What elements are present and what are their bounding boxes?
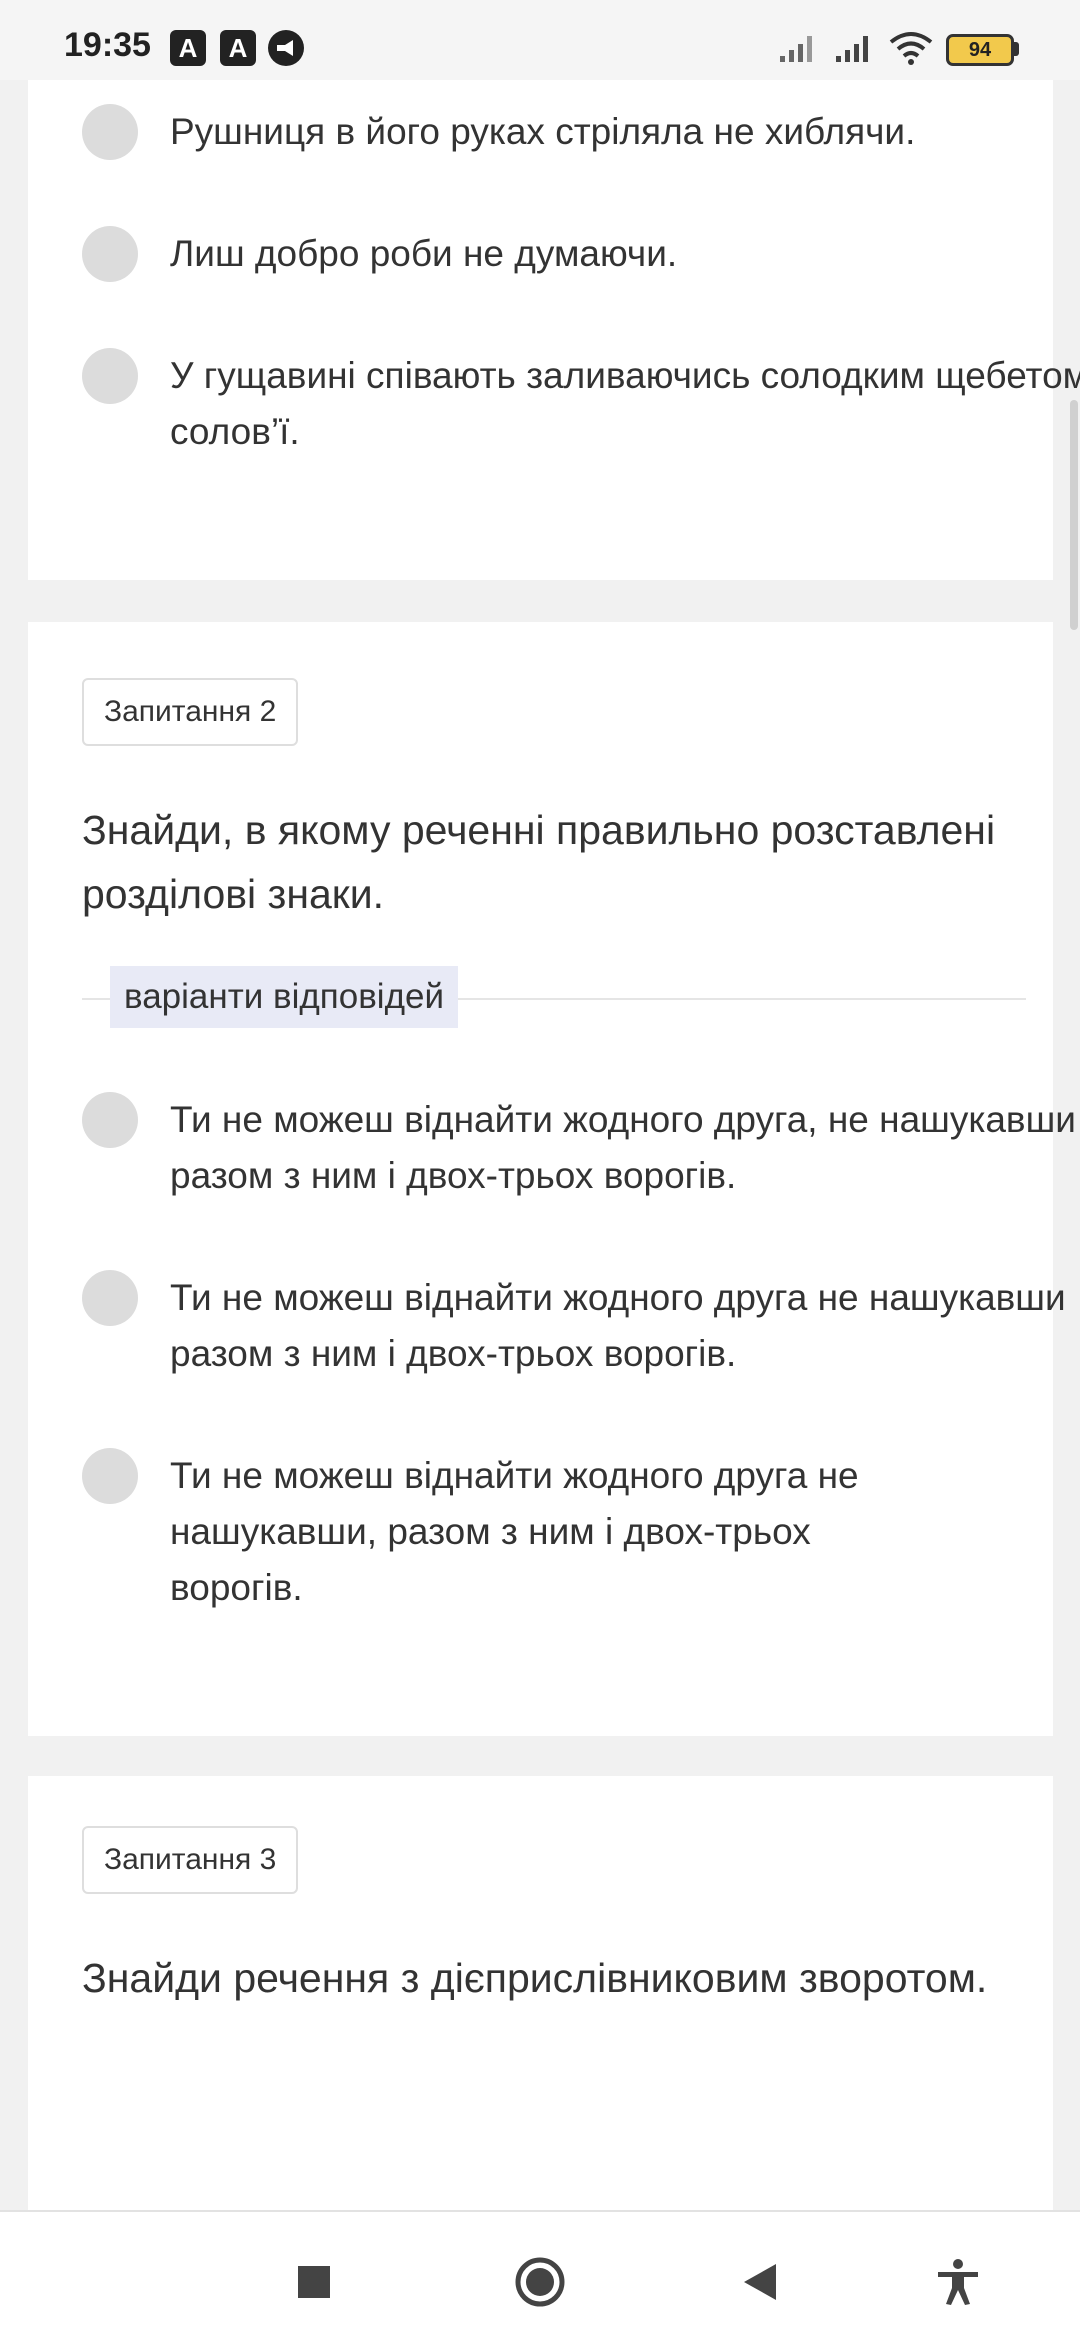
home-circle-icon[interactable] <box>514 2256 566 2308</box>
wifi-icon <box>889 32 933 65</box>
radio-button[interactable] <box>82 1270 138 1326</box>
question-card-1: Рушниця в його руках стріляла не хиблячи… <box>28 80 1080 580</box>
radio-button[interactable] <box>82 348 138 404</box>
radio-button[interactable] <box>82 1092 138 1148</box>
answers-label: варіанти відповідей <box>110 966 459 1028</box>
question-number-badge: Запитання 2 <box>82 678 299 746</box>
question-text: Знайди, в якому реченні правильно розста… <box>82 807 996 917</box>
scrollbar[interactable] <box>1070 400 1078 630</box>
answer-option-text: Ти не можеш віднайти жодного друга, не н… <box>170 1099 1076 1196</box>
a-app-icon: A <box>220 30 256 66</box>
answer-option-text: Ти не можеш віднайти жодного друга не на… <box>170 1277 1066 1374</box>
accessibility-icon[interactable] <box>936 2258 980 2306</box>
answer-option-text: Рушниця в його руках стріляла не хиблячи… <box>170 111 916 152</box>
question-text: Знайди речення з дієприслівниковим зворо… <box>82 1955 988 2001</box>
status-bar: 19:35 A A 94 <box>0 0 1080 80</box>
signal-icon <box>836 36 868 62</box>
question-card-2: Запитання 2 Знайди, в якому реченні прав… <box>28 622 1076 1736</box>
answer-option-text: Лиш добро роби не думаючи. <box>170 233 678 274</box>
signal-icon <box>780 36 812 62</box>
radio-button[interactable] <box>82 226 138 282</box>
answer-option-text: Ти не можеш віднайти жодного друга не на… <box>170 1455 859 1608</box>
answer-option-text: У гущавині співають заливаючись солодким… <box>170 355 1080 452</box>
question-number-badge: Запитання 3 <box>82 1826 299 1894</box>
question-card-3: Запитання 3 Знайди речення з дієприслівн… <box>28 1776 1053 2216</box>
radio-button[interactable] <box>82 1448 138 1504</box>
back-triangle-icon[interactable] <box>742 2262 778 2302</box>
radio-button[interactable] <box>82 104 138 160</box>
battery-tip <box>1014 42 1019 56</box>
status-time: 19:35 <box>64 26 151 64</box>
a-app-icon: A <box>170 30 206 66</box>
recents-square-icon[interactable] <box>298 2266 330 2298</box>
battery-icon: 94 <box>946 34 1014 66</box>
navigation-bar <box>0 2210 1080 2342</box>
megaphone-icon <box>268 30 304 66</box>
